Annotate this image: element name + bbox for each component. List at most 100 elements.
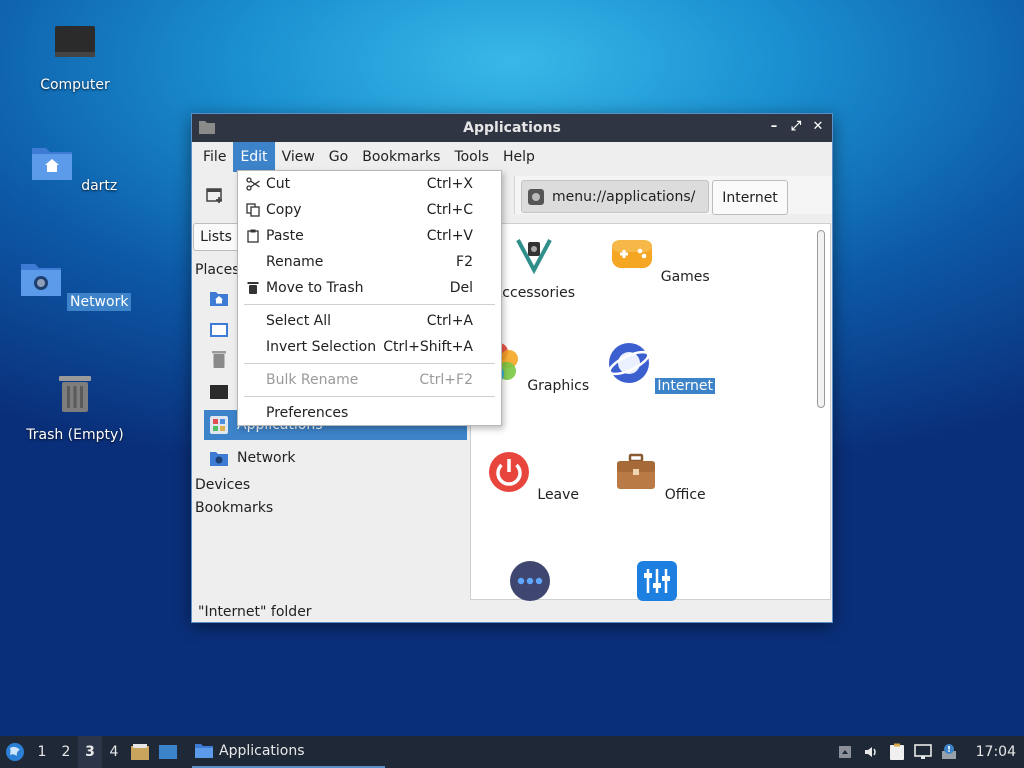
- menu-item-move-to-trash[interactable]: Move to Trash Del: [238, 275, 501, 301]
- desktop-icon-label: Computer: [40, 77, 110, 93]
- launcher-show-desktop[interactable]: [154, 736, 182, 768]
- copy-icon: [246, 203, 260, 217]
- task-applications[interactable]: Applications: [192, 736, 385, 768]
- computer-icon: [55, 26, 95, 57]
- devices-header[interactable]: Devices: [195, 477, 250, 493]
- chevron-up-icon: [838, 746, 851, 758]
- app-folder-preferences[interactable]: [598, 559, 724, 612]
- computer-icon: [210, 385, 228, 399]
- folder-view[interactable]: Accessories Games Graphics Internet Leav…: [470, 223, 831, 601]
- games-icon: [612, 240, 653, 268]
- bookmarks-header[interactable]: Bookmarks: [195, 500, 273, 516]
- location-bar[interactable]: menu://applications/: [521, 180, 709, 213]
- side-pane-mode-button[interactable]: Lists: [193, 223, 239, 251]
- menu-separator: [244, 396, 495, 397]
- lxqt-logo-icon: [6, 743, 24, 761]
- desktop-icon-trash[interactable]: Trash (Empty): [15, 372, 135, 444]
- new-tab-icon[interactable]: [202, 182, 228, 208]
- clock[interactable]: 17:04: [962, 744, 1024, 760]
- menu-item-shortcut: Ctrl+X: [426, 176, 473, 192]
- office-icon: [617, 453, 656, 489]
- home-folder-icon: [210, 292, 228, 306]
- menu-item-shortcut: Del: [449, 280, 473, 296]
- app-label: Graphics: [527, 378, 590, 394]
- app-label: Accessories: [492, 285, 576, 301]
- menu-item-preferences[interactable]: Preferences: [238, 400, 501, 426]
- minimize-button[interactable]: –: [766, 119, 782, 135]
- app-folder-games[interactable]: Games: [598, 232, 724, 285]
- app-folder-other[interactable]: [471, 559, 597, 612]
- menu-item-label: Bulk Rename: [266, 372, 359, 388]
- window-controls: – ⤢ ✕: [766, 119, 826, 135]
- scissors-icon: [246, 177, 260, 191]
- places-header[interactable]: Places: [195, 262, 240, 278]
- location-icon: [528, 188, 544, 205]
- location-text: menu://applications/: [552, 188, 696, 205]
- other-icon: [509, 561, 550, 601]
- desktop-icon-dartz[interactable]: dartz: [15, 140, 135, 195]
- menu-bookmarks[interactable]: Bookmarks: [355, 142, 447, 172]
- workspace-1[interactable]: 1: [30, 736, 54, 768]
- desktop-icon-network[interactable]: Network: [15, 256, 135, 311]
- app-folder-internet[interactable]: Internet: [598, 341, 724, 394]
- menu-item-shortcut: Ctrl+Shift+A: [383, 339, 473, 355]
- task-label: Applications: [219, 743, 305, 759]
- preferences-icon: [636, 561, 677, 601]
- workspace-3[interactable]: 3: [78, 736, 102, 768]
- close-button[interactable]: ✕: [810, 119, 826, 135]
- network-folder-icon: [20, 264, 61, 296]
- menu-item-invert-selection[interactable]: Invert Selection Ctrl+Shift+A: [238, 334, 501, 360]
- clipboard-icon: [889, 743, 904, 760]
- app-folder-leave[interactable]: Leave: [471, 450, 597, 503]
- menu-item-paste[interactable]: Paste Ctrl+V: [238, 223, 501, 249]
- menu-file[interactable]: File: [196, 142, 233, 172]
- internet-icon: [608, 343, 650, 383]
- menu-separator: [244, 304, 495, 305]
- maximize-button[interactable]: ⤢: [788, 119, 804, 135]
- menu-item-rename[interactable]: Rename F2: [238, 249, 501, 275]
- app-folder-office[interactable]: Office: [598, 450, 724, 503]
- taskbar: 1 2 3 4 Applications 17:04: [0, 736, 1024, 768]
- trash-icon: [247, 282, 259, 294]
- menu-item-copy[interactable]: Copy Ctrl+C: [238, 197, 501, 223]
- desktop-icon: [210, 323, 228, 337]
- start-menu-button[interactable]: [0, 736, 30, 768]
- tray-network[interactable]: [910, 736, 936, 768]
- menu-item-cut[interactable]: Cut Ctrl+X: [238, 171, 501, 197]
- desktop-icon-label: Network: [66, 293, 132, 311]
- menu-item-shortcut: Ctrl+V: [426, 228, 473, 244]
- vertical-scrollbar[interactable]: [817, 230, 825, 408]
- menu-item-label: Paste: [266, 228, 304, 244]
- tray-clipboard[interactable]: [884, 736, 910, 768]
- menu-tools[interactable]: Tools: [447, 142, 496, 172]
- edit-menu-dropdown: Cut Ctrl+X Copy Ctrl+C Paste Ctrl+V Rena…: [237, 170, 502, 426]
- menu-item-select-all[interactable]: Select All Ctrl+A: [238, 308, 501, 334]
- tray-notifications[interactable]: [936, 736, 962, 768]
- tray-expand[interactable]: [832, 736, 858, 768]
- workspace-2[interactable]: 2: [54, 736, 78, 768]
- folder-icon: [199, 121, 215, 134]
- launcher-file-manager[interactable]: [126, 736, 154, 768]
- app-label: Games: [660, 269, 710, 285]
- trash-icon: [212, 351, 226, 368]
- title-bar[interactable]: Applications – ⤢ ✕: [192, 114, 832, 142]
- breadcrumb-internet[interactable]: Internet: [712, 180, 788, 215]
- desktop-icon-computer[interactable]: Computer: [15, 22, 135, 94]
- notification-icon: [941, 744, 956, 759]
- menu-item-shortcut: Ctrl+A: [426, 313, 473, 329]
- workspace-4[interactable]: 4: [102, 736, 126, 768]
- menu-bar: File Edit View Go Bookmarks Tools Help: [192, 142, 832, 172]
- menu-help[interactable]: Help: [496, 142, 542, 172]
- file-manager-icon: [131, 744, 149, 760]
- menu-view[interactable]: View: [275, 142, 322, 172]
- sidebar-item-network[interactable]: Network: [204, 443, 467, 473]
- tray-volume[interactable]: [858, 736, 884, 768]
- volume-icon: [864, 747, 876, 757]
- menu-edit[interactable]: Edit: [233, 142, 275, 172]
- side-pane-mode-label: Lists: [200, 229, 232, 245]
- desktop-icon-label: Trash (Empty): [26, 427, 124, 443]
- menu-go[interactable]: Go: [322, 142, 355, 172]
- menu-item-label: Rename: [266, 254, 324, 270]
- app-label: Leave: [537, 487, 580, 503]
- network-folder-icon: [210, 452, 228, 466]
